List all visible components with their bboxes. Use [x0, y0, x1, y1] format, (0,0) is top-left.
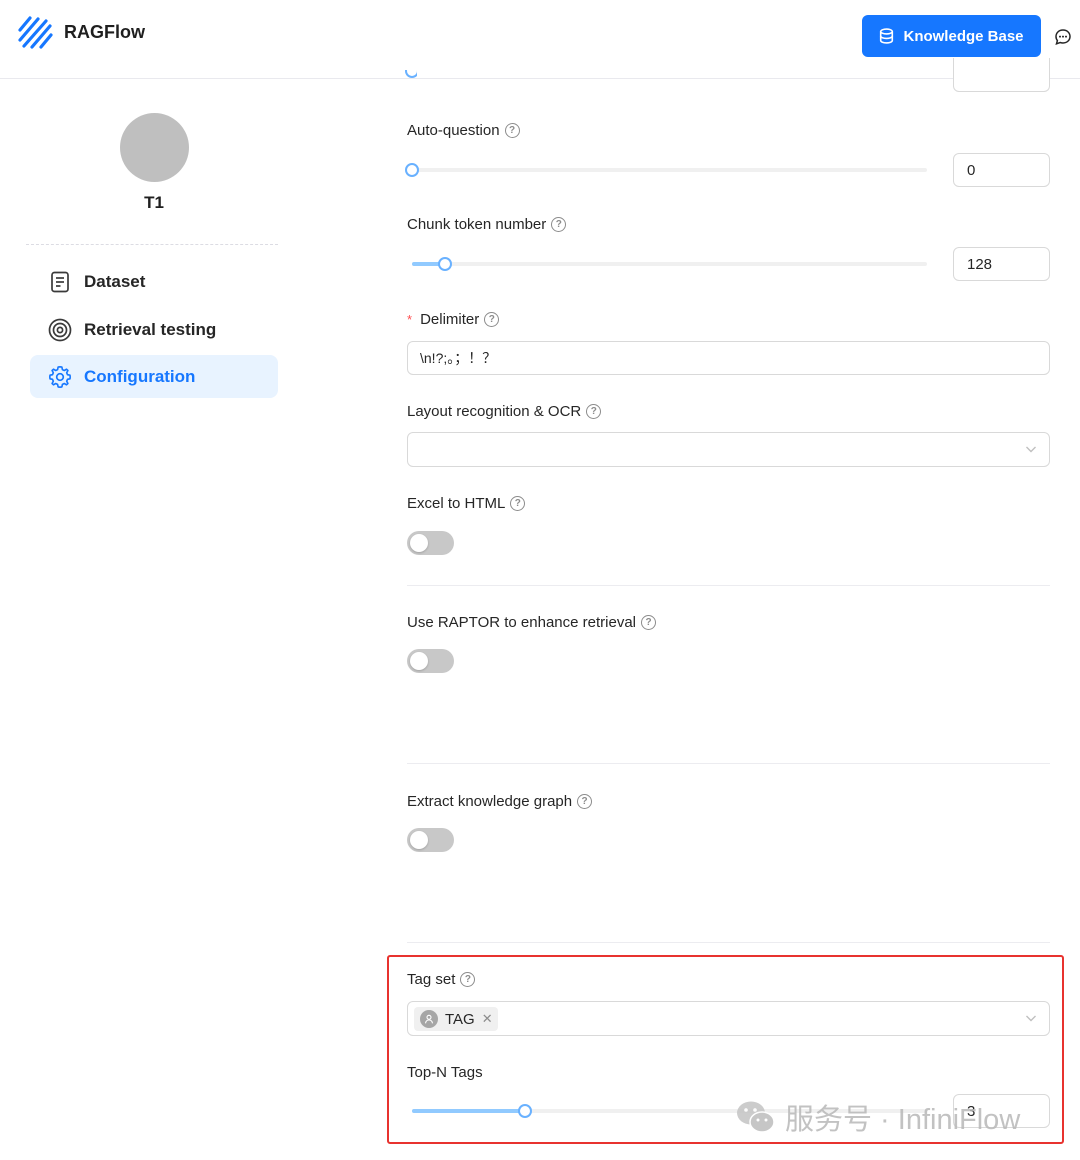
- delimiter-label: * Delimiter ?: [407, 311, 500, 328]
- gear-icon: [48, 365, 72, 389]
- layout-recognition-label: Layout recognition & OCR ?: [407, 403, 602, 420]
- auto-question-slider[interactable]: [405, 163, 927, 177]
- extract-knowledge-graph-label: Extract knowledge graph ?: [407, 793, 593, 810]
- help-icon[interactable]: ?: [586, 404, 602, 419]
- extract-knowledge-graph-toggle[interactable]: [407, 828, 454, 852]
- knowledge-base-name: T1: [144, 193, 164, 212]
- target-icon: [48, 318, 72, 342]
- toggle-knob: [410, 534, 428, 552]
- help-icon[interactable]: ?: [577, 794, 593, 809]
- slider-handle[interactable]: [405, 163, 419, 177]
- use-raptor-toggle[interactable]: [407, 649, 454, 673]
- sidebar-item-label: Configuration: [84, 366, 196, 386]
- knowledge-base-button[interactable]: Knowledge Base: [862, 15, 1041, 57]
- toggle-knob: [410, 652, 428, 670]
- help-icon[interactable]: ?: [484, 312, 500, 327]
- section-divider: [407, 585, 1050, 586]
- watermark-text: 服务号 · InfiniFlow: [785, 1104, 1021, 1136]
- top-header: RAGFlow Knowledge Base: [0, 0, 1080, 79]
- auto-question-input[interactable]: 0: [953, 153, 1050, 187]
- help-icon[interactable]: ?: [510, 496, 526, 511]
- ragflow-logo[interactable]: [16, 14, 54, 52]
- chunk-token-number-slider[interactable]: [412, 257, 927, 271]
- section-divider: [407, 942, 1050, 943]
- chunk-token-number-input[interactable]: 128: [953, 247, 1050, 281]
- toggle-knob: [410, 831, 428, 849]
- sidebar-divider: [26, 244, 278, 245]
- layout-recognition-select[interactable]: [407, 432, 1050, 467]
- sidebar-item-configuration[interactable]: Configuration: [30, 355, 278, 398]
- excel-to-html-toggle[interactable]: [407, 531, 454, 555]
- help-icon[interactable]: ?: [504, 123, 520, 138]
- sidebar-item-label: Retrieval testing: [84, 319, 217, 339]
- excel-to-html-label: Excel to HTML ?: [407, 495, 526, 512]
- database-icon: [880, 28, 894, 44]
- help-icon[interactable]: ?: [641, 615, 656, 630]
- chunk-token-number-label: Chunk token number ?: [407, 216, 567, 233]
- use-raptor-label: Use RAPTOR to enhance retrieval ?: [407, 614, 656, 631]
- previous-number-input[interactable]: [953, 58, 1050, 92]
- sidebar-item-dataset[interactable]: Dataset: [30, 260, 278, 303]
- chevron-down-icon: [1026, 446, 1036, 453]
- chat-icon: [1055, 29, 1071, 46]
- section-divider: [407, 763, 1050, 764]
- required-mark: *: [407, 312, 413, 327]
- chat-button[interactable]: [1046, 18, 1080, 56]
- help-icon[interactable]: ?: [551, 217, 567, 232]
- watermark: 服务号 · InfiniFlow: [735, 1096, 1020, 1138]
- slider-handle[interactable]: [437, 257, 452, 271]
- delimiter-input[interactable]: \n!?;。；！？: [407, 341, 1050, 375]
- auto-question-label: Auto-question ?: [407, 122, 520, 139]
- sidebar-item-retrieval-testing[interactable]: Retrieval testing: [30, 308, 278, 351]
- knowledge-base-avatar: [120, 113, 189, 182]
- document-icon: [48, 270, 72, 294]
- knowledge-base-label: Knowledge Base: [903, 27, 1024, 45]
- sidebar-item-label: Dataset: [84, 271, 146, 291]
- previous-slider-handle[interactable]: [405, 70, 417, 78]
- wechat-icon: [737, 1101, 775, 1133]
- app-name: RAGFlow: [64, 22, 145, 42]
